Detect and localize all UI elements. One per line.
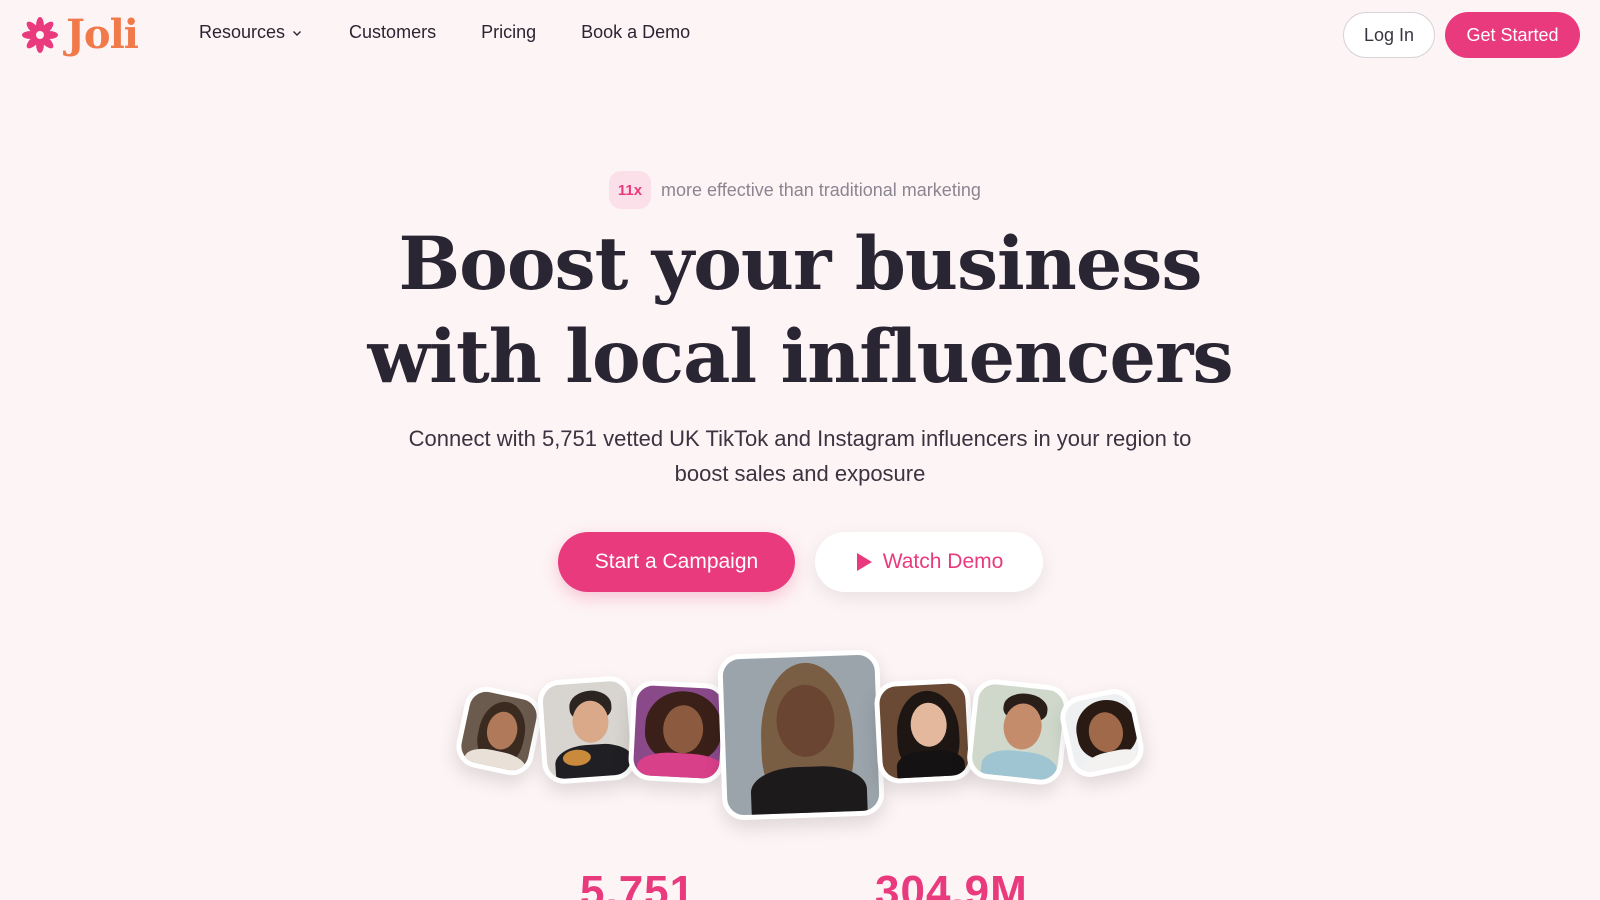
influencer-photo-featured — [717, 649, 885, 821]
influencer-photo — [965, 677, 1071, 787]
influencer-photo-strip — [0, 640, 1600, 821]
hero-subtitle: Connect with 5,751 vetted UK TikTok and … — [408, 426, 1192, 486]
watch-demo-label: Watch Demo — [882, 550, 1004, 573]
brand-name: Joli — [66, 11, 139, 58]
watch-demo-button[interactable]: Watch Demo — [815, 532, 1043, 592]
top-nav: Joli Resources Customers Pricing Book a … — [0, 0, 1600, 70]
get-started-button[interactable]: Get Started — [1445, 12, 1580, 58]
stats-row: 5,751 304.9M — [0, 870, 1600, 900]
influencer-photo — [452, 682, 546, 780]
multiplier-badge: 11x — [609, 171, 651, 209]
start-campaign-button[interactable]: Start a Campaign — [558, 532, 795, 592]
flower-icon — [22, 17, 58, 53]
stat-influencers-count: 5,751 — [580, 867, 696, 900]
multiplier-text: more effective than traditional marketin… — [661, 179, 981, 200]
hero-title-line2: with local influencers — [367, 314, 1233, 400]
influencer-photo — [536, 674, 638, 786]
influencer-photo — [1056, 684, 1148, 782]
influencer-photo — [627, 679, 729, 785]
brand-logo[interactable]: Joli — [20, 11, 139, 58]
hero-title: Boost your business with local influence… — [300, 218, 1300, 404]
nav-item-resources[interactable]: Resources — [199, 22, 303, 43]
nav-item-label: Resources — [199, 22, 286, 42]
effectiveness-pill: 11x more effective than traditional mark… — [609, 170, 981, 210]
nav-item-label: Customers — [349, 22, 437, 42]
nav-item-customers[interactable]: Customers — [349, 22, 436, 43]
influencer-photo — [873, 677, 975, 785]
login-button[interactable]: Log In — [1343, 12, 1435, 58]
stat-reach-count: 304.9M — [875, 867, 1028, 900]
chevron-down-icon — [293, 30, 302, 36]
nav-links: Resources Customers Pricing Book a Demo — [199, 22, 690, 43]
hero-title-line1: Boost your business — [398, 221, 1202, 307]
nav-item-pricing[interactable]: Pricing — [481, 22, 536, 43]
play-icon — [856, 553, 872, 571]
nav-item-book-demo[interactable]: Book a Demo — [581, 22, 690, 43]
nav-item-label: Book a Demo — [581, 22, 691, 42]
nav-item-label: Pricing — [481, 22, 537, 42]
